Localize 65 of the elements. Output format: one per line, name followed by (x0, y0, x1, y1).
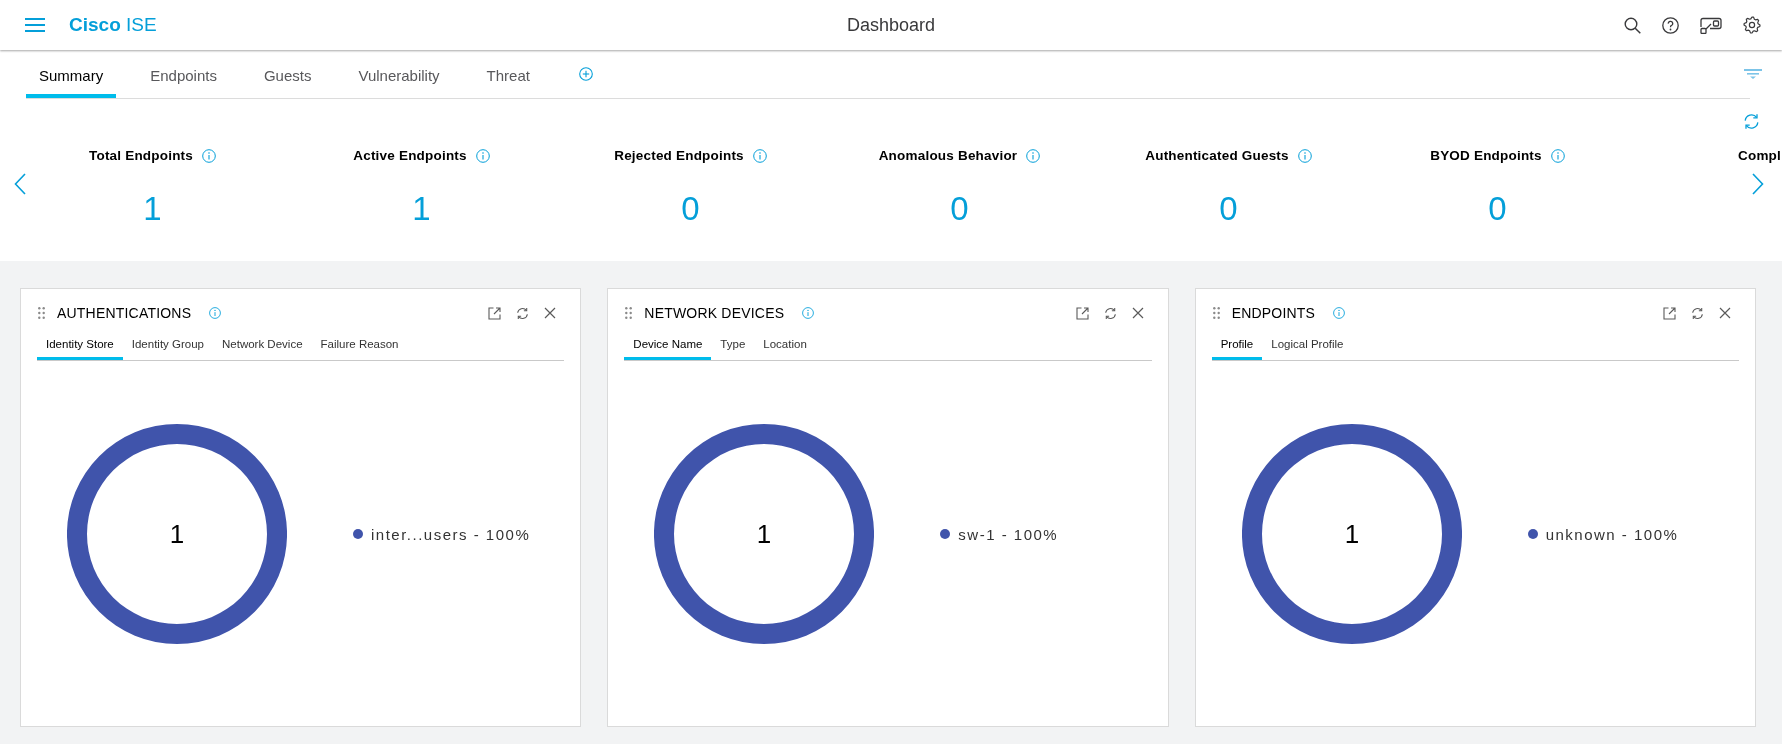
info-icon[interactable] (1550, 149, 1565, 163)
metric-label: Compl (1738, 148, 1781, 164)
dashlet-tab[interactable]: Network Device (213, 332, 312, 360)
metric-value: 0 (1488, 190, 1507, 228)
drag-handle-icon[interactable] (625, 307, 633, 319)
metric-label: Anomalous Behavior (878, 148, 1018, 164)
info-icon[interactable] (1026, 149, 1041, 163)
donut-center-value: 1 (757, 519, 772, 549)
dashlet-tab[interactable]: Device Name (624, 332, 712, 360)
metric-label: Authenticated Guests (1145, 148, 1289, 164)
metric-value: 1 (143, 190, 162, 228)
settings-icon[interactable] (1743, 16, 1761, 34)
drag-handle-icon[interactable] (1212, 307, 1220, 319)
dashlet-tab[interactable]: Logical Profile (1262, 332, 1353, 360)
refresh-icon[interactable] (1691, 306, 1704, 320)
chevron-right-icon[interactable] (1752, 173, 1764, 195)
metric-value: 1 (412, 190, 431, 228)
dashlet-tab[interactable]: Failure Reason (311, 332, 408, 360)
legend-label: inter...users - 100% (371, 525, 531, 543)
metric-value: 0 (1219, 190, 1238, 228)
info-icon[interactable] (1333, 307, 1346, 319)
dashboard-tab[interactable]: Guests (250, 50, 325, 98)
external-link-icon[interactable] (488, 306, 502, 320)
close-icon[interactable] (1131, 307, 1144, 319)
donut-center-value: 1 (1344, 519, 1359, 549)
dashlet-title: ENDPOINTS (1231, 305, 1316, 321)
external-link-icon[interactable] (1075, 306, 1089, 320)
metric-value: 0 (681, 190, 700, 228)
close-icon[interactable] (544, 307, 557, 319)
info-icon[interactable] (752, 149, 767, 163)
metric-label: Rejected Endpoints (614, 148, 744, 164)
donut-center-value: 1 (169, 519, 185, 549)
refresh-icon[interactable] (1743, 113, 1760, 130)
external-link-icon[interactable] (1663, 306, 1676, 320)
dashlet-title: AUTHENTICATIONS (57, 305, 192, 321)
info-icon[interactable] (475, 149, 490, 163)
refresh-icon[interactable] (516, 306, 530, 320)
screens-icon[interactable] (1700, 16, 1722, 34)
chevron-left-icon[interactable] (14, 173, 26, 195)
info-icon[interactable] (209, 307, 222, 319)
dashboard-tab[interactable]: Threat (473, 50, 543, 98)
metric-label: BYOD Endpoints (1430, 148, 1542, 164)
legend-label: unknown - 100% (1545, 525, 1679, 543)
dashlet-title: NETWORK DEVICES (644, 305, 785, 321)
page-title: Dashboard (846, 14, 936, 36)
menu-icon[interactable] (25, 18, 45, 32)
search-icon[interactable] (1624, 16, 1641, 34)
close-icon[interactable] (1719, 307, 1731, 319)
dashboard-tab[interactable]: Endpoints (137, 50, 230, 98)
legend-label: sw-1 - 100% (958, 525, 1059, 543)
dashlet-tab[interactable]: Identity Group (122, 332, 213, 360)
info-icon[interactable] (202, 149, 216, 163)
dashlet-tab[interactable]: Identity Store (37, 332, 123, 360)
dashlet-tab[interactable]: Profile (1211, 332, 1263, 360)
info-icon[interactable] (1297, 149, 1312, 163)
refresh-icon[interactable] (1103, 306, 1117, 320)
metric-label: Active Endpoints (353, 148, 467, 164)
help-icon[interactable] (1662, 16, 1679, 34)
dashlet-tab[interactable]: Type (711, 332, 755, 360)
drag-handle-icon[interactable] (38, 307, 45, 319)
dashboard-tab[interactable]: Vulnerability (345, 50, 453, 98)
metric-label: Total Endpoints (89, 148, 193, 164)
info-icon[interactable] (802, 307, 815, 319)
dashlet-tab[interactable]: Location (754, 332, 816, 360)
metric-value: 0 (950, 190, 969, 228)
